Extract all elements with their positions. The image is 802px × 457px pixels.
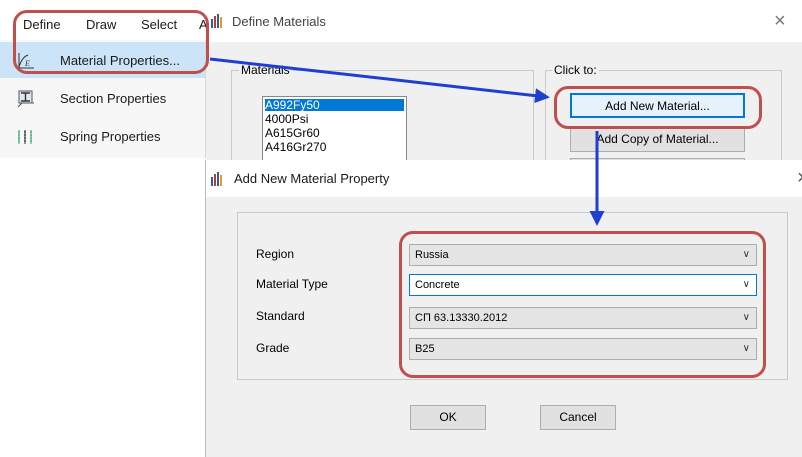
annotation-arrows xyxy=(209,57,605,226)
arrow-to-add-new-button xyxy=(209,57,550,104)
